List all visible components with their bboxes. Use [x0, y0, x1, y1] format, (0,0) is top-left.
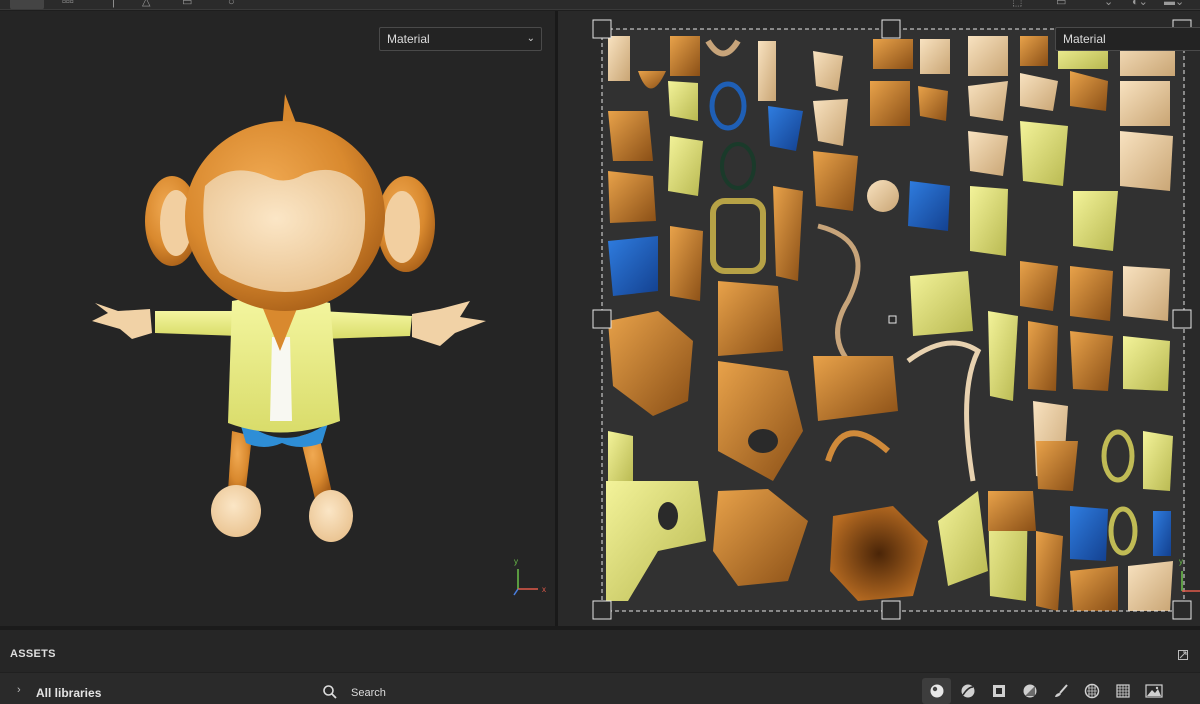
- environment-filter-button[interactable]: [1139, 678, 1168, 704]
- move-icon[interactable]: |: [112, 0, 115, 8]
- asset-type-filters: [922, 678, 1168, 704]
- texture-filter-button[interactable]: [1077, 678, 1106, 704]
- search-icon: [323, 685, 337, 699]
- square-mask-icon: [992, 685, 1005, 697]
- checker-sphere-icon: [1084, 683, 1099, 699]
- axis-label-y: y: [514, 557, 518, 566]
- viewport-2d[interactable]: Material y: [558, 11, 1200, 626]
- material-select-label: Material: [1063, 32, 1106, 46]
- axis-label-y: y: [1179, 557, 1183, 566]
- grid-icon: [1115, 684, 1130, 698]
- view-mode-icon[interactable]: ▭: [1056, 0, 1066, 8]
- triangle-icon[interactable]: △: [142, 0, 150, 8]
- brush-filter-button[interactable]: [1046, 678, 1075, 704]
- brush-icon: [1054, 684, 1068, 697]
- axis-gizmo-3d: [513, 569, 538, 596]
- landscape-icon: [1144, 684, 1163, 698]
- material-select-2d[interactable]: Material: [1055, 27, 1200, 51]
- top-toolbar: ▫▫▫ | △ ▭ ○ ⬚ ▭ ⌄ ◐⌄ ▬⌄: [0, 0, 1200, 10]
- chevron-right-icon[interactable]: ›: [17, 684, 21, 696]
- viewport-3d[interactable]: Material ⌄ y x: [0, 11, 555, 626]
- environment-icon[interactable]: ◐⌄: [1132, 0, 1148, 8]
- diagonal-sphere-icon: [1023, 684, 1036, 698]
- assets-panel: ASSETS › All libraries Search: [0, 626, 1200, 704]
- assets-title: ASSETS: [10, 648, 56, 660]
- assets-toolbar: › All libraries Search: [0, 672, 1200, 704]
- layout-single-button[interactable]: [10, 0, 44, 9]
- smart-material-filter-button[interactable]: [953, 678, 982, 704]
- axis-gizmo-2d: [1181, 571, 1200, 592]
- circle-icon[interactable]: ○: [228, 0, 235, 8]
- frame-icon[interactable]: ▭: [182, 0, 192, 8]
- screenshot-icon[interactable]: ⬚: [1012, 0, 1022, 8]
- smart-mask-filter-button[interactable]: [1015, 678, 1044, 704]
- axis-label-x: x: [542, 585, 546, 594]
- search-input[interactable]: Search: [318, 679, 918, 704]
- expand-panel-icon[interactable]: [1178, 650, 1188, 660]
- assets-header: ASSETS: [0, 642, 1200, 666]
- monkey-model[interactable]: [0, 11, 555, 626]
- uv-texture-sheet[interactable]: [558, 11, 1200, 626]
- sphere-icon: [930, 684, 943, 698]
- material-filter-button[interactable]: [922, 678, 951, 704]
- all-libraries-item[interactable]: All libraries: [36, 686, 101, 700]
- alpha-filter-button[interactable]: [1108, 678, 1137, 704]
- app-window: ▫▫▫ | △ ▭ ○ ⬚ ▭ ⌄ ◐⌄ ▬⌄ Material ⌄ y x M…: [0, 0, 1200, 704]
- search-placeholder: Search: [351, 687, 386, 699]
- camera-icon[interactable]: ⌄: [1104, 0, 1113, 8]
- display-settings-icon[interactable]: ▬⌄: [1164, 0, 1184, 8]
- layout-multi-icon[interactable]: ▫▫▫: [62, 0, 74, 8]
- half-sphere-icon: [961, 684, 974, 698]
- mask-filter-button[interactable]: [984, 678, 1013, 704]
